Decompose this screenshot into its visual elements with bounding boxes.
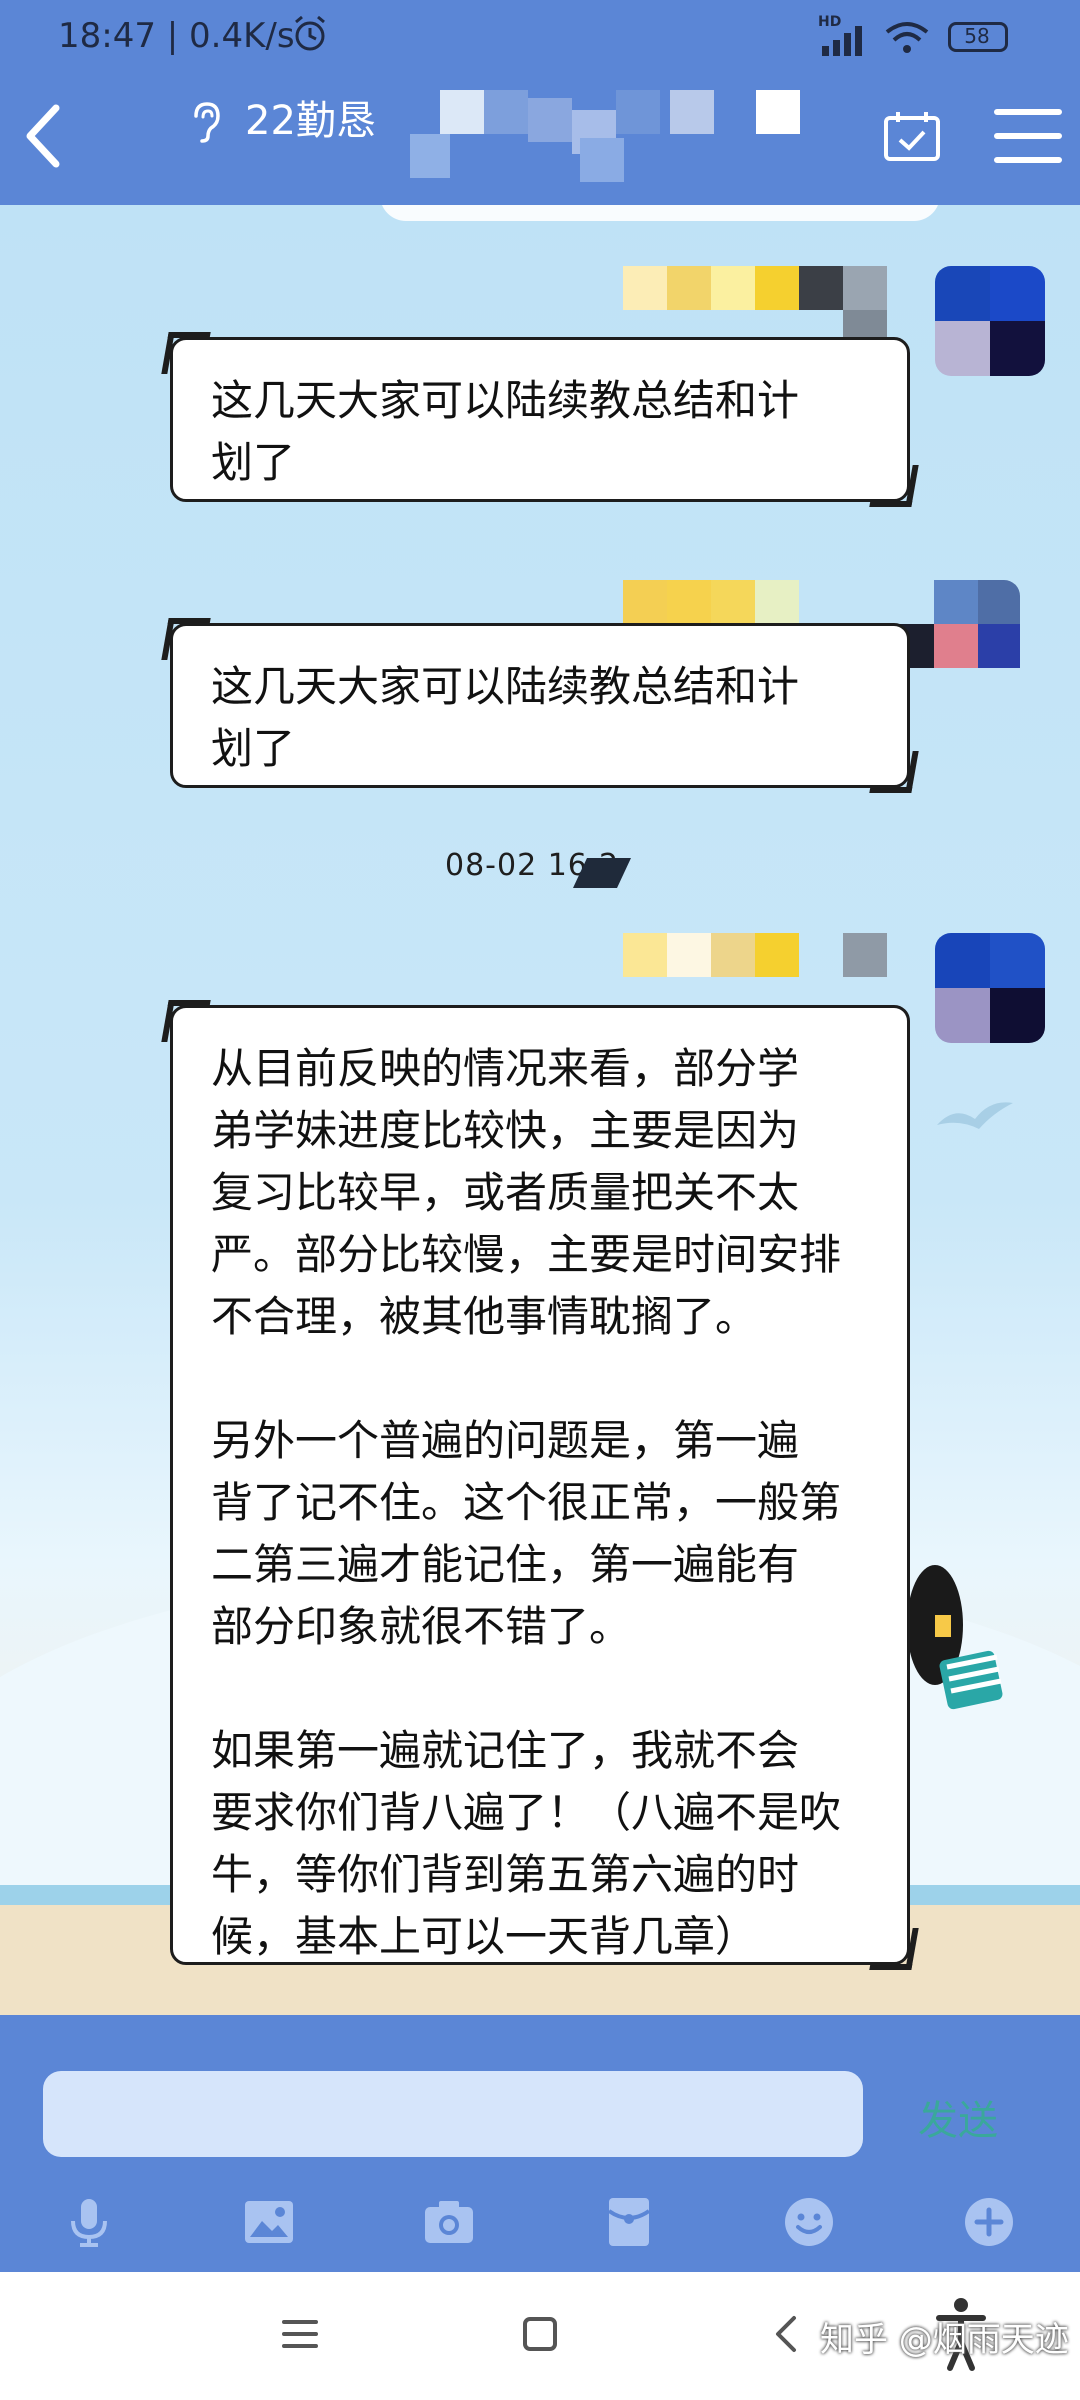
penguin-decoration-icon (907, 1565, 1003, 1710)
home-icon[interactable] (514, 2308, 566, 2360)
nav-back-icon[interactable] (762, 2308, 814, 2360)
red-envelope-icon[interactable] (602, 2195, 656, 2249)
signal-icon (822, 26, 862, 56)
emoji-icon[interactable] (782, 2195, 836, 2249)
battery-level: 58 (964, 24, 990, 48)
plus-icon[interactable] (962, 2195, 1016, 2249)
sender-avatar[interactable] (935, 266, 1045, 376)
sender-avatar[interactable] (935, 933, 1045, 1043)
message-bubble[interactable]: 从目前反映的情况来看，部分学 弟学妹进度比较快，主要是因为 复习比较早，或者质量… (170, 1005, 910, 1965)
wifi-icon (885, 22, 929, 53)
send-button[interactable]: 发送 (918, 2088, 998, 2146)
calendar-check-icon[interactable] (883, 110, 941, 162)
seagull-icon (937, 1102, 1013, 1129)
message-input[interactable] (43, 2071, 863, 2157)
back-arrow-icon[interactable] (18, 100, 68, 172)
message-bubble[interactable]: 这几天大家可以陆续教总结和计 划了 (170, 623, 910, 788)
camera-icon[interactable] (422, 2195, 476, 2249)
alarm-icon (295, 15, 325, 51)
ear-icon (194, 102, 220, 143)
menu-icon[interactable] (993, 106, 1063, 166)
microphone-icon[interactable] (62, 2195, 116, 2249)
status-time: 18:47 | 0.4K/s (58, 16, 295, 56)
message-bubble[interactable]: 这几天大家可以陆续教总结和计 划了 (170, 337, 910, 502)
watermark-text: 知乎 @烟雨天迹 (820, 2320, 1069, 2360)
recent-apps-icon[interactable] (274, 2308, 326, 2360)
chat-title: 22勤恳 (245, 98, 376, 144)
image-icon[interactable] (242, 2195, 296, 2249)
background-cloud (380, 205, 940, 221)
